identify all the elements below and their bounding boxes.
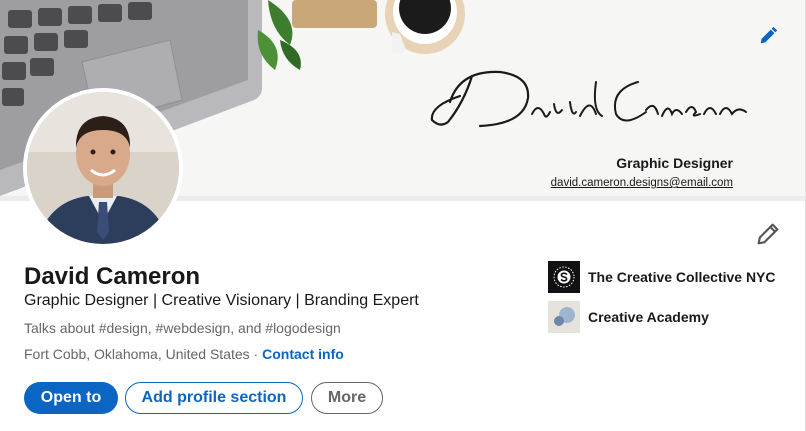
profile-card: Graphic Designer david.cameron.designs@e… xyxy=(0,0,806,431)
edit-banner-icon[interactable] xyxy=(757,25,779,47)
school-name: Creative Academy xyxy=(588,309,709,325)
company-name: The Creative Collective NYC xyxy=(588,269,776,285)
education-school[interactable]: Creative Academy xyxy=(548,301,709,333)
more-button[interactable]: More xyxy=(311,382,383,414)
edit-intro-icon[interactable] xyxy=(754,220,782,248)
profile-name: David Cameron xyxy=(24,263,201,290)
current-company[interactable]: The Creative Collective NYC xyxy=(548,261,776,293)
company-logo-icon xyxy=(548,261,580,293)
open-to-button[interactable]: Open to xyxy=(24,382,118,414)
banner-title: Graphic Designer xyxy=(616,155,733,171)
banner-email: david.cameron.designs@email.com xyxy=(550,177,733,189)
signature-graphic xyxy=(430,70,747,128)
contact-info-link[interactable]: Contact info xyxy=(262,346,344,362)
location-text: Fort Cobb, Oklahoma, United States xyxy=(24,346,250,362)
school-logo-icon xyxy=(548,301,580,333)
profile-headline: Graphic Designer | Creative Visionary | … xyxy=(24,292,419,309)
location-separator: · xyxy=(249,346,263,362)
avatar xyxy=(27,92,179,244)
location-line: Fort Cobb, Oklahoma, United States · Con… xyxy=(24,346,344,362)
add-profile-section-button[interactable]: Add profile section xyxy=(125,382,303,414)
profile-photo[interactable] xyxy=(23,88,183,248)
talks-about: Talks about #design, #webdesign, and #lo… xyxy=(24,320,341,336)
